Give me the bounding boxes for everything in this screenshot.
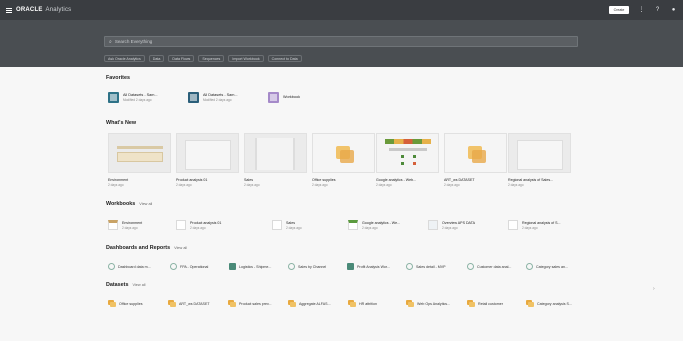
dataset-item[interactable]: ART_ws DATASET [168,300,210,307]
workbooks-view-all-link[interactable]: View all [139,202,152,206]
dataset-icon [406,300,414,307]
product-name: Analytics [45,7,72,13]
report-item[interactable]: Sales by Channel [288,263,326,270]
report-icon [467,263,474,270]
workbook-icon [268,92,279,103]
workbook-icon [272,220,282,230]
workbook-item[interactable]: Product analysis 01 2 days ago [176,220,221,230]
card-thumbnail [244,133,307,173]
favorite-item[interactable]: Workbook [268,92,300,103]
chip-data-flows[interactable]: Data Flows [168,55,195,62]
whats-new-card[interactable]: Environment 2 days ago [108,133,171,187]
chip-data[interactable]: Data [148,55,165,62]
card-thumbnail [444,133,507,173]
dataset-icon [188,92,199,103]
whats-new-card[interactable]: Google analytics - Web... 2 days ago [376,133,439,187]
top-bar: ORACLE Analytics Create ⋮ ? ● [0,0,683,20]
report-icon [526,263,533,270]
top-bar-actions: Create ⋮ ? ● [609,6,677,14]
whats-new-card[interactable]: Regional analysis of Sales... 2 days ago [508,133,571,187]
dataset-icon [168,300,176,307]
card-thumbnail [312,133,375,173]
search-icon: ⌕ [109,38,112,45]
reports-view-all-link[interactable]: View all [174,246,187,250]
dashboard-icon [347,263,354,270]
chip-sequences[interactable]: Sequences [198,55,225,62]
dataset-item[interactable]: Retail customer [467,300,503,307]
more-options-icon[interactable]: ⋮ [638,7,645,14]
report-item[interactable]: Category sales an... [526,263,568,270]
report-icon [170,263,177,270]
chip-ask[interactable]: Ask Oracle Analytics [104,55,145,62]
menu-icon[interactable] [6,7,12,13]
workbook-icon [508,220,518,230]
workbooks-title: Workbooks View all [106,201,153,207]
dataset-icon [108,92,119,103]
report-item[interactable]: FPA - Operational [170,263,208,270]
card-thumbnail [176,133,239,173]
datasets-title: Datasets View all [106,282,146,288]
favorite-item[interactable]: All Datasets - Sam... Modified 2 days ago [188,92,238,103]
search-hero: ⌕ Search Everything Ask Oracle Analytics… [0,20,683,67]
whats-new-card[interactable]: Product analysis 01 2 days ago [176,133,239,187]
dataset-item[interactable]: Web Ops Analytics... [406,300,450,307]
create-button[interactable]: Create [609,6,629,14]
dataset-item[interactable]: Category analysis S... [526,300,572,307]
workbook-item[interactable]: Sales 2 days ago [272,220,302,230]
workbook-icon [348,220,358,230]
whats-new-card[interactable]: Office supplies 2 days ago [312,133,375,187]
workbook-icon [428,220,438,230]
card-thumbnail [108,133,171,173]
dataset-icon [288,300,296,307]
report-item[interactable]: Sales detail - MVP [406,263,446,270]
whats-new-card[interactable]: Sales 2 days ago [244,133,307,187]
card-thumbnail [376,133,439,173]
brand-logo: ORACLE Analytics [16,7,71,13]
report-item[interactable]: Logistics - Shipme... [229,263,271,270]
dataset-item[interactable]: HR attrition [348,300,377,307]
workbook-item[interactable]: Google analytics - We... 2 days ago [348,220,400,230]
workbook-item[interactable]: Environment 2 days ago [108,220,142,230]
dataset-item[interactable]: Product sales prev... [228,300,272,307]
report-icon [108,263,115,270]
workbook-item[interactable]: Regional analysis of S... 2 days ago [508,220,561,230]
quick-actions: Ask Oracle Analytics Data Data Flows Seq… [104,55,302,62]
dataset-icon [467,300,475,307]
dataset-item[interactable]: Office supplies [108,300,143,307]
chip-connect[interactable]: Connect to Data [267,55,302,62]
report-item[interactable]: Profit Analysis Wor... [347,263,390,270]
dataset-item[interactable]: Aggregate ALFAS... [288,300,331,307]
user-profile-icon[interactable]: ● [670,7,677,14]
whats-new-card[interactable]: ART_ws DATASET 2 days ago [444,133,507,187]
datasets-view-all-link[interactable]: View all [132,283,145,287]
brand-name: ORACLE [16,7,43,13]
chip-import-workbook[interactable]: Import Workbook [228,55,264,62]
report-icon [288,263,295,270]
card-thumbnail [508,133,571,173]
workbook-icon [108,220,118,230]
favorites-title: Favorites [106,75,130,81]
workbook-icon [176,220,186,230]
search-bar[interactable]: ⌕ Search Everything [104,36,578,47]
whats-new-title: What's New [106,120,137,126]
dashboard-icon [229,263,236,270]
report-item[interactable]: Dashboard data m... [108,263,151,270]
help-icon[interactable]: ? [654,7,661,14]
reports-title: Dashboards and Reports View all [106,245,188,251]
dataset-icon [108,300,116,307]
workbook-item[interactable]: Overview APS DATA 2 days ago [428,220,475,230]
dataset-icon [526,300,534,307]
carousel-next-icon[interactable]: › [653,286,655,292]
dataset-icon [228,300,236,307]
search-input[interactable]: Search Everything [115,39,153,44]
favorite-item[interactable]: All Datasets - Sam... Modified 2 days ago [108,92,158,103]
dataset-icon [348,300,356,307]
report-icon [406,263,413,270]
report-item[interactable]: Customer data anal... [467,263,511,270]
